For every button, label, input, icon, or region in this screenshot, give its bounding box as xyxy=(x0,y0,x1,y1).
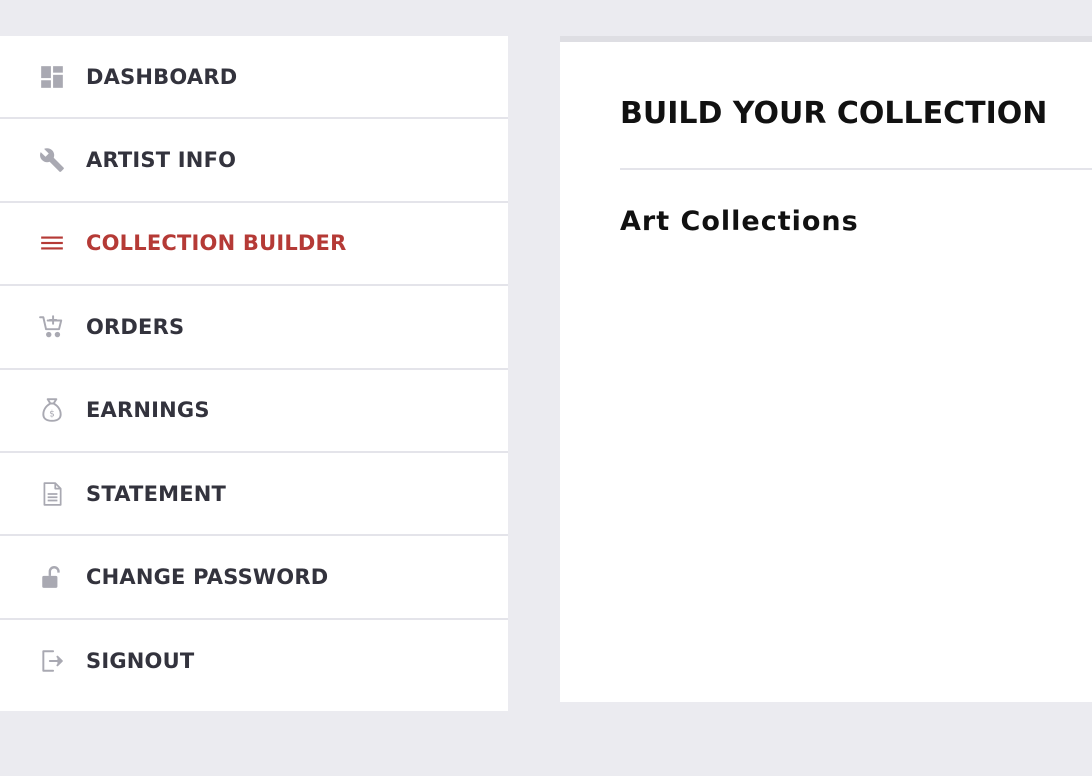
sidebar-item-label: SIGNOUT xyxy=(86,649,195,674)
sidebar-item-label: EARNINGS xyxy=(86,398,210,423)
page-title: BUILD YOUR COLLECTION xyxy=(620,96,1048,131)
sidebar-item-artist-info[interactable]: ARTIST INFO xyxy=(0,119,508,203)
sidebar-nav: DASHBOARD ARTIST INFO COLLECTION BUILDER xyxy=(0,36,508,711)
sidebar-item-label: STATEMENT xyxy=(86,481,227,506)
sidebar-item-label: ORDERS xyxy=(86,314,185,339)
sidebar-item-dashboard[interactable]: DASHBOARD xyxy=(0,36,508,120)
section-heading: Art Collections xyxy=(620,206,859,237)
sidebar-item-statement[interactable]: STATEMENT xyxy=(0,453,508,537)
sidebar-item-label: DASHBOARD xyxy=(86,64,238,89)
sidebar-item-change-password[interactable]: CHANGE PASSWORD xyxy=(0,536,508,620)
sidebar-item-label: CHANGE PASSWORD xyxy=(86,565,329,590)
unlock-icon xyxy=(38,563,66,591)
cart-icon xyxy=(38,313,66,341)
wrench-icon xyxy=(38,146,66,174)
sidebar-item-earnings[interactable]: $ EARNINGS xyxy=(0,370,508,453)
sidebar-item-collection-builder[interactable]: COLLECTION BUILDER xyxy=(0,203,508,287)
document-icon xyxy=(38,480,66,508)
sidebar-item-orders[interactable]: ORDERS xyxy=(0,286,508,370)
dashboard-icon xyxy=(38,63,66,91)
sidebar-item-signout[interactable]: SIGNOUT xyxy=(0,620,508,703)
menu-lines-icon xyxy=(38,229,66,257)
sidebar-item-label: ARTIST INFO xyxy=(86,148,237,173)
main-panel: BUILD YOUR COLLECTION Art Collections xyxy=(560,36,1092,702)
svg-text:$: $ xyxy=(49,410,55,420)
title-divider xyxy=(620,168,1092,170)
sidebar-item-label: COLLECTION BUILDER xyxy=(86,231,347,256)
signout-icon xyxy=(38,647,66,675)
money-bag-icon: $ xyxy=(38,396,66,424)
